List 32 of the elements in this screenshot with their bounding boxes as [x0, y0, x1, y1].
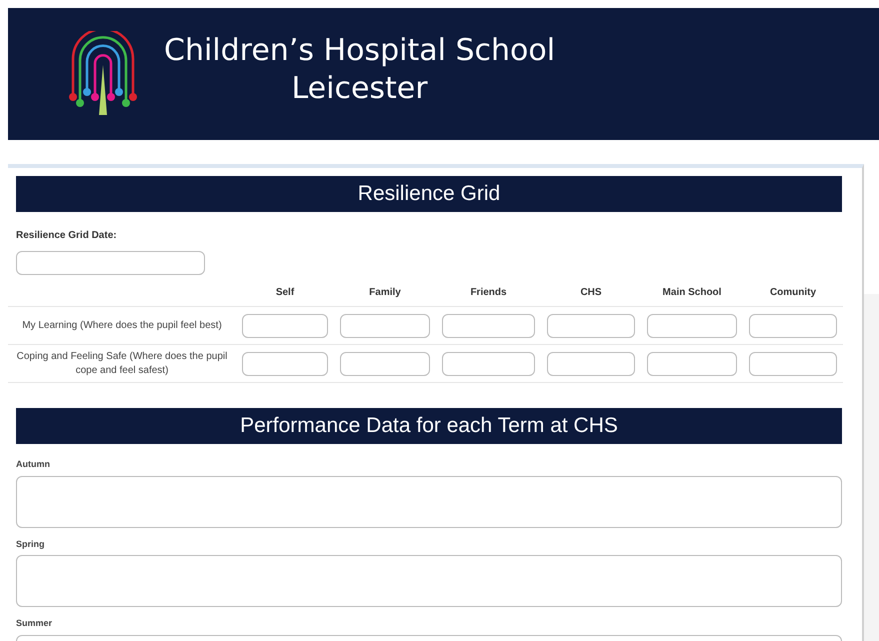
section-heading: Resilience Grid: [16, 176, 842, 212]
grid-input-field[interactable]: [647, 352, 737, 376]
grid-input-field[interactable]: [242, 314, 328, 338]
grid-input-field[interactable]: [647, 314, 737, 338]
grid-input-field[interactable]: [749, 314, 837, 338]
school-location: Leicester: [291, 70, 428, 108]
text-area[interactable]: [16, 555, 842, 607]
text-area[interactable]: [16, 476, 842, 528]
grid-input-field[interactable]: [442, 314, 535, 338]
column-header: CHS: [580, 286, 602, 300]
grid-input-field[interactable]: [442, 352, 535, 376]
field-label: Autumn: [16, 458, 51, 471]
column-header: Family: [369, 286, 401, 300]
field-label: Spring: [16, 538, 46, 551]
grid-input-field[interactable]: [547, 352, 635, 376]
grid-input-field[interactable]: [340, 314, 430, 338]
column-header: Main School: [662, 286, 722, 300]
grid-input-field[interactable]: [547, 314, 635, 338]
grid-input-field[interactable]: [749, 352, 837, 376]
column-header: Friends: [470, 286, 507, 300]
field-label: Resilience Grid Date:: [16, 229, 118, 243]
field-label: Summer: [16, 617, 54, 630]
column-header: Self: [276, 286, 294, 300]
row-label: Coping and Feeling Safe (Where does the pupil cope and feel safest): [16, 350, 228, 378]
date-field[interactable]: [16, 251, 205, 275]
row-label: My Learning (Where does the pupil feel best): [22, 318, 222, 332]
grid-input-field[interactable]: [340, 352, 430, 376]
section-heading: Performance Data for each Term at CHS: [16, 408, 842, 444]
logo-icon: [66, 31, 140, 117]
school-name: Children’s Hospital School: [164, 32, 556, 70]
column-header: Comunity: [770, 286, 816, 300]
grid-input-field[interactable]: [242, 352, 328, 376]
